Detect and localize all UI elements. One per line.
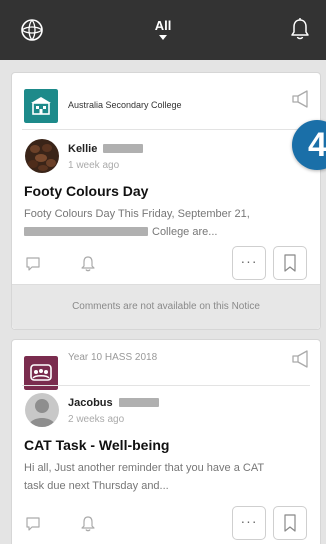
notice-body-line-text: College are... xyxy=(152,226,218,238)
divider xyxy=(22,385,310,386)
notice-card[interactable]: Australia Secondary College Kellie 1 wee… xyxy=(11,72,321,330)
bookmark-icon xyxy=(284,514,296,532)
notifications-bell-icon[interactable] xyxy=(289,17,311,41)
school-building-icon xyxy=(24,89,58,123)
author-avatar xyxy=(25,139,59,173)
more-options-button[interactable]: ··· xyxy=(232,506,266,540)
bookmark-icon xyxy=(284,254,296,272)
caret-down-icon xyxy=(159,35,167,40)
redacted-surname xyxy=(118,398,159,407)
feed-filter-dropdown[interactable]: All xyxy=(143,18,183,40)
notice-body[interactable]: Footy Colours Day This Friday, September… xyxy=(24,205,314,241)
notice-title[interactable]: CAT Task - Well-being xyxy=(24,437,169,453)
author-first-name: Jacobus xyxy=(68,397,113,409)
notice-title[interactable]: Footy Colours Day xyxy=(24,183,148,199)
app-logo-icon[interactable] xyxy=(20,18,44,42)
author-name: Kellie xyxy=(68,143,144,155)
notice-body-line: task due next Thursday and... xyxy=(24,480,169,492)
redacted-text xyxy=(24,227,148,236)
notice-feed[interactable]: Australia Secondary College Kellie 1 wee… xyxy=(0,60,326,544)
more-options-button[interactable]: ··· xyxy=(232,246,266,280)
more-options-label: ··· xyxy=(240,513,258,529)
subscribe-bell-icon[interactable] xyxy=(80,515,96,532)
feed-filter-label: All xyxy=(154,18,172,33)
notice-body-line: Footy Colours Day This Friday, September… xyxy=(24,208,250,220)
author-avatar xyxy=(25,393,59,427)
author-first-name: Kellie xyxy=(68,143,98,155)
more-options-label: ··· xyxy=(240,253,258,269)
announcement-megaphone-icon xyxy=(292,90,308,108)
subscribe-bell-icon[interactable] xyxy=(80,255,96,272)
bookmark-button[interactable] xyxy=(273,246,307,280)
post-time: 2 weeks ago xyxy=(68,414,125,425)
notice-source-name: Year 10 HASS 2018 xyxy=(68,352,158,363)
author-name: Jacobus xyxy=(68,397,159,409)
notice-body-line: College are... xyxy=(24,223,314,241)
notice-source-name: Australia Secondary College xyxy=(68,100,182,110)
redacted-surname xyxy=(103,144,144,153)
divider xyxy=(22,129,310,130)
notice-card[interactable]: Year 10 HASS 2018 Jacobus 2 weeks ago CA… xyxy=(11,339,321,544)
notice-body[interactable]: Hi all, Just another reminder that you h… xyxy=(24,459,314,495)
notice-body-line: Hi all, Just another reminder that you h… xyxy=(24,462,265,474)
comment-icon[interactable] xyxy=(25,256,41,272)
comments-unavailable-notice: Comments are not available on this Notic… xyxy=(12,284,320,329)
announcement-megaphone-icon xyxy=(292,350,308,368)
bookmark-button[interactable] xyxy=(273,506,307,540)
comment-icon[interactable] xyxy=(25,516,41,532)
top-bar: All xyxy=(0,0,326,60)
post-time: 1 week ago xyxy=(68,160,120,171)
